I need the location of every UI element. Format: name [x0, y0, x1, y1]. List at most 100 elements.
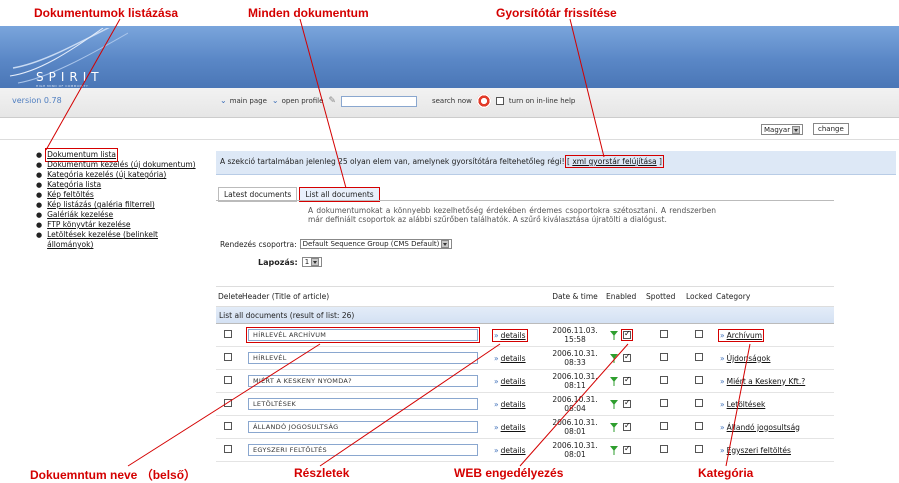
- title-input[interactable]: EGYSZERI FELTÖLTÉS: [248, 444, 478, 456]
- help-lifebuoy-icon[interactable]: [476, 94, 491, 108]
- details-link-wrap[interactable]: » details: [494, 400, 526, 409]
- details-link[interactable]: details: [501, 446, 526, 455]
- title-input[interactable]: LETÖLTÉSEK: [248, 398, 478, 410]
- locked-checkbox[interactable]: [695, 399, 703, 407]
- spotted-checkbox[interactable]: [660, 353, 668, 361]
- category-link[interactable]: Miért a Keskeny Kft.?: [727, 377, 806, 386]
- sidebar-item-ftp[interactable]: ● FTP könyvtár kezelése: [36, 220, 214, 230]
- sidebar-item-label[interactable]: Kategória lista: [47, 180, 101, 190]
- details-link[interactable]: details: [501, 400, 526, 409]
- delete-checkbox[interactable]: [224, 399, 232, 407]
- spotted-checkbox[interactable]: [660, 330, 668, 338]
- search-input[interactable]: [340, 95, 417, 107]
- date-cell: 2006.10.31. 08:11: [546, 372, 604, 390]
- category-cell: » Állandó jogosultság: [714, 423, 834, 432]
- sidebar-item-label[interactable]: Dokumentum kezelés (új dokumentum): [47, 160, 195, 170]
- enabled-checkbox[interactable]: [623, 444, 631, 454]
- category-link-wrap[interactable]: » Újdonságok: [720, 354, 770, 363]
- category-link[interactable]: Letöltések: [727, 400, 766, 409]
- green-flag-icon: [610, 353, 618, 363]
- tools-icon[interactable]: ✎: [328, 96, 336, 106]
- details-link-wrap[interactable]: » details: [494, 354, 526, 363]
- details-link[interactable]: details: [501, 377, 526, 386]
- spotted-checkbox[interactable]: [660, 399, 668, 407]
- sidebar-item-letoltesek[interactable]: ● Letöltések kezelése (belinkelt állományo…: [36, 230, 214, 250]
- sidebar-item-label[interactable]: Kép listázás (galéria filterrel): [47, 200, 155, 210]
- details-link[interactable]: details: [501, 354, 526, 363]
- enabled-checkbox[interactable]: [623, 375, 631, 385]
- sidebar-item-kategoria-lista[interactable]: ● Kategória lista: [36, 180, 214, 190]
- sidebar-item-kategoria-kezeles[interactable]: ● Kategória kezelés (új kategória): [36, 170, 214, 180]
- details-link-wrap[interactable]: » details: [492, 328, 528, 342]
- group-filter-select[interactable]: Default Sequence Group (CMS Default): [299, 239, 453, 249]
- sidebar-item-kep-listazas[interactable]: ● Kép listázás (galéria filterrel): [36, 200, 214, 210]
- category-link-wrap[interactable]: » Állandó jogosultság: [720, 423, 800, 432]
- enabled-checkbox[interactable]: [623, 398, 631, 408]
- change-language-button[interactable]: change: [813, 123, 849, 135]
- sidebar-item-label[interactable]: Dokumentum lista: [45, 148, 119, 162]
- details-link-wrap[interactable]: » details: [494, 446, 526, 455]
- details-link-wrap[interactable]: » details: [494, 377, 526, 386]
- category-link-wrap[interactable]: » Archívum: [717, 328, 765, 342]
- paging-select[interactable]: 1: [301, 257, 323, 267]
- category-link[interactable]: Állandó jogosultság: [727, 423, 800, 432]
- search-now-link[interactable]: search now: [432, 97, 472, 105]
- date-value: 2006.10.31.: [552, 395, 598, 404]
- spotted-cell: [644, 422, 684, 432]
- inline-help-checkbox[interactable]: [495, 97, 504, 105]
- dropdown-arrow-icon: [441, 240, 450, 248]
- spotted-checkbox[interactable]: [660, 445, 668, 453]
- col-spotted: Spotted: [646, 292, 676, 301]
- spotted-checkbox[interactable]: [660, 376, 668, 384]
- spotted-checkbox[interactable]: [660, 422, 668, 430]
- locked-checkbox[interactable]: [695, 353, 703, 361]
- date-value: 2006.10.31.: [552, 418, 598, 427]
- language-select[interactable]: Magyar: [761, 124, 804, 135]
- enabled-checkbox[interactable]: [623, 421, 631, 431]
- delete-checkbox[interactable]: [224, 422, 232, 430]
- col-enabled: Enabled: [606, 292, 637, 301]
- enabled-cell: [604, 421, 644, 432]
- details-link[interactable]: details: [501, 331, 526, 340]
- cache-refresh-link[interactable]: xml gyorstár felújítása: [572, 157, 656, 166]
- locked-checkbox[interactable]: [695, 422, 703, 430]
- sidebar-item-label-line1: Letöltések kezelése (belinkelt: [47, 230, 158, 239]
- title-input[interactable]: HÍRLEVÉL: [248, 352, 478, 364]
- category-link[interactable]: Egyszeri feltöltés: [727, 446, 791, 455]
- delete-checkbox[interactable]: [224, 445, 232, 453]
- category-link[interactable]: Újdonságok: [727, 354, 771, 363]
- delete-checkbox[interactable]: [224, 353, 232, 361]
- sidebar-item-dokumentum-kezeles[interactable]: ● Dokumentum kezelés (új dokumentum): [36, 160, 214, 170]
- enabled-checkbox[interactable]: [621, 329, 633, 341]
- callout-category: Kategória: [698, 466, 754, 480]
- open-profile-link[interactable]: ⌄ open profile: [272, 97, 324, 106]
- category-link[interactable]: Archívum: [727, 331, 763, 340]
- category-link-wrap[interactable]: » Egyszeri feltöltés: [720, 446, 791, 455]
- sidebar-item-label[interactable]: Letöltések kezelése (belinkelt állományok…: [47, 230, 158, 250]
- title-input[interactable]: ÁLLANDÓ JOGOSULTSÁG: [248, 421, 478, 433]
- sidebar-item-label[interactable]: Kép feltöltés: [47, 190, 94, 200]
- title-input[interactable]: MIÉRT A KESKENY NYOMDA?: [248, 375, 478, 387]
- table-subheader: List all documents (result of list: 26): [216, 307, 834, 324]
- details-link[interactable]: details: [501, 423, 526, 432]
- green-flag-icon: [610, 422, 618, 432]
- enabled-checkbox[interactable]: [623, 352, 631, 362]
- category-link-wrap[interactable]: » Miért a Keskeny Kft.?: [720, 377, 805, 386]
- delete-checkbox[interactable]: [224, 330, 232, 338]
- sidebar-item-dokumentum-lista[interactable]: ● Dokumentum lista: [36, 148, 214, 162]
- category-link-wrap[interactable]: » Letöltések: [720, 400, 765, 409]
- title-cell: ÁLLANDÓ JOGOSULTSÁG: [240, 421, 488, 433]
- delete-checkbox[interactable]: [224, 376, 232, 384]
- details-link-wrap[interactable]: » details: [494, 423, 526, 432]
- sidebar-item-label[interactable]: FTP könyvtár kezelése: [47, 220, 130, 230]
- sidebar-item-label[interactable]: Galériák kezelése: [47, 210, 113, 220]
- title-input[interactable]: HÍRLEVÉL ARCHÍVUM: [246, 327, 480, 343]
- sidebar-item-galeriak[interactable]: ● Galériák kezelése: [36, 210, 214, 220]
- sidebar-item-label[interactable]: Kategória kezelés (új kategória): [47, 170, 166, 180]
- locked-checkbox[interactable]: [695, 376, 703, 384]
- sidebar-item-kep-feltoltes[interactable]: ● Kép feltöltés: [36, 190, 214, 200]
- main-page-link[interactable]: ⌄ main page: [220, 97, 267, 106]
- cache-refresh-link-wrap[interactable]: [ xml gyorstár felújítása ]: [565, 155, 664, 168]
- locked-checkbox[interactable]: [695, 445, 703, 453]
- locked-checkbox[interactable]: [695, 330, 703, 338]
